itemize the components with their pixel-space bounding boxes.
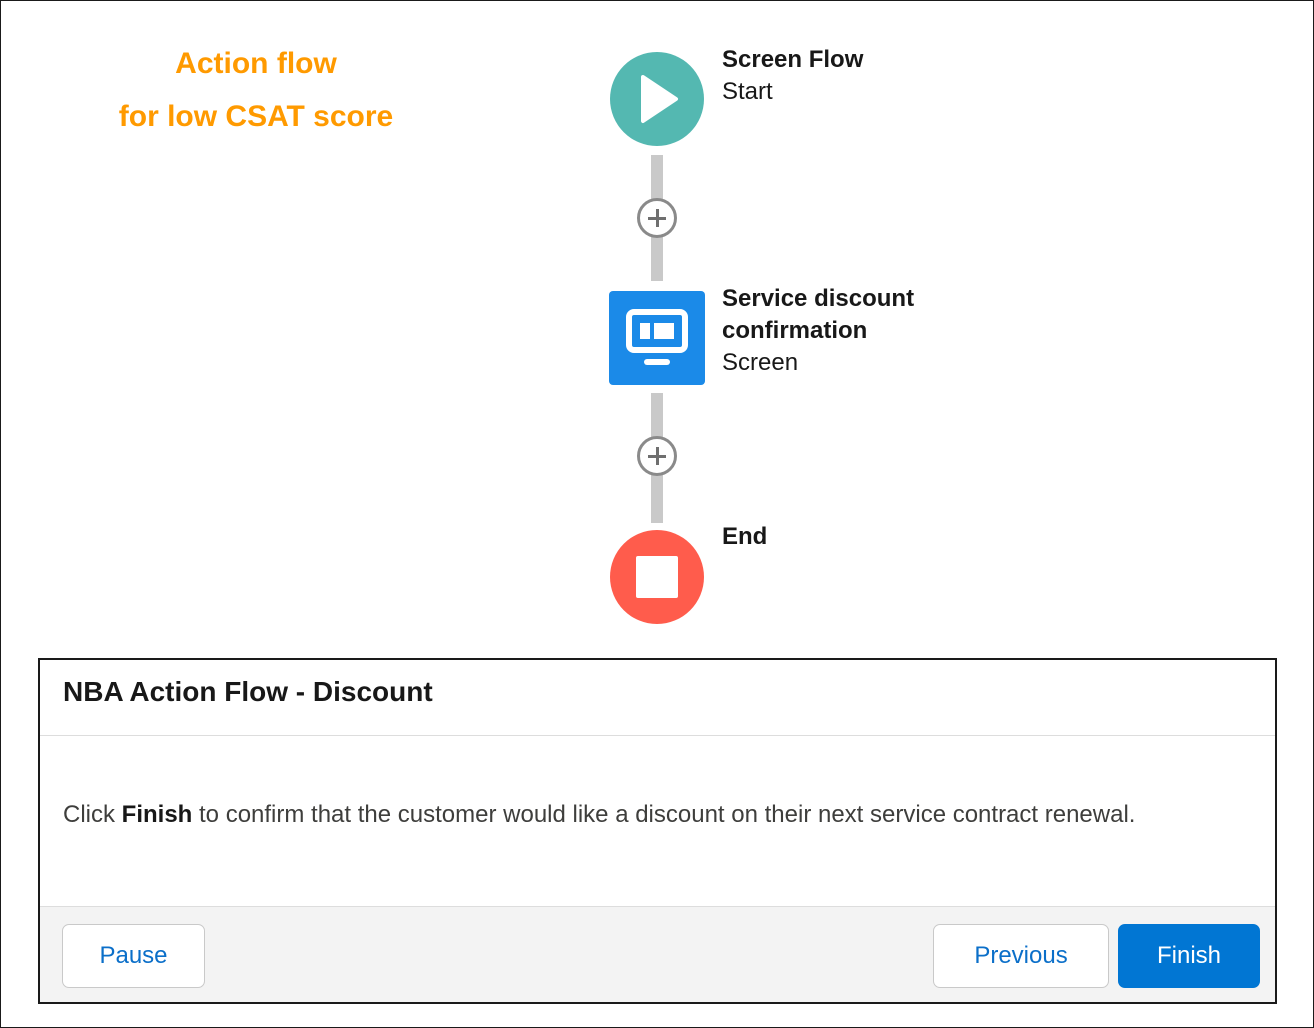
plus-circle-icon[interactable]: [637, 198, 677, 238]
panel-body-text: Click Finish to confirm that the custome…: [63, 794, 1243, 836]
screen-node-title-line-2: confirmation: [722, 317, 868, 344]
start-node-title: Screen Flow: [722, 46, 864, 73]
start-node-label: Screen Flow Start: [722, 44, 863, 108]
screen-node-label: Service discount confirmation Screen: [722, 283, 982, 379]
previous-button[interactable]: Previous: [933, 924, 1109, 988]
screen-node-title-line-1: Service discount: [722, 285, 915, 312]
end-node[interactable]: [610, 530, 704, 624]
body-prefix: Click: [63, 801, 122, 828]
start-node-subtitle: Start: [722, 78, 773, 105]
body-bold-finish: Finish: [121, 801, 193, 828]
screen-icon: [626, 309, 688, 365]
play-icon: [641, 75, 678, 123]
plus-circle-icon[interactable]: [637, 436, 677, 476]
end-node-label: End: [722, 521, 767, 553]
stop-icon: [636, 556, 678, 598]
panel-title: NBA Action Flow - Discount: [63, 676, 433, 707]
panel-footer: Pause Previous Finish: [40, 906, 1275, 1002]
screen-node[interactable]: [609, 291, 705, 385]
screen-node-subtitle: Screen: [722, 349, 799, 376]
caption-line-1: Action flow: [175, 47, 337, 80]
pause-button[interactable]: Pause: [62, 924, 205, 988]
body-suffix: to confirm that the customer would like …: [192, 801, 1136, 828]
panel-header: NBA Action Flow - Discount: [40, 660, 1275, 736]
flow-screen-panel: NBA Action Flow - Discount Click Finish …: [38, 658, 1277, 1004]
start-node[interactable]: [610, 52, 704, 146]
finish-button[interactable]: Finish: [1118, 924, 1260, 988]
end-node-title: End: [722, 523, 768, 550]
caption-line-2: for low CSAT score: [118, 100, 394, 133]
